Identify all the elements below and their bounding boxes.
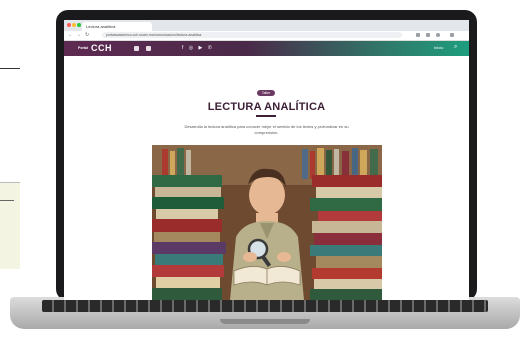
- browser-tab-bar: Lectura analítica: [64, 20, 469, 31]
- category-badge: Taller: [257, 90, 275, 96]
- bookmark-icon[interactable]: [426, 33, 430, 37]
- logo-prefix: Portal: [78, 46, 88, 50]
- decorative-panel-line: [0, 200, 14, 201]
- site-logo[interactable]: CCH: [91, 43, 112, 53]
- maximize-window-icon[interactable]: [77, 23, 81, 27]
- profile-icon[interactable]: [436, 33, 440, 37]
- page-title: LECTURA ANALÍTICA: [207, 101, 326, 113]
- laptop-notch: [220, 319, 310, 324]
- extension-icon[interactable]: [416, 33, 420, 37]
- title-underline: [256, 115, 276, 117]
- site-header: Portal CCH f ◎ ▶ ✆ Inicio ⌕: [64, 41, 469, 56]
- hero-illustration: [152, 145, 382, 300]
- address-field[interactable]: portalacademico.cch.unam.mx/comunicacion…: [102, 32, 402, 38]
- decorative-line: [0, 68, 20, 69]
- browser-tab[interactable]: Lectura analítica: [82, 22, 152, 31]
- unam-emblem-icon: [134, 46, 139, 51]
- laptop-screen: Lectura analítica ← → ↻ portalacademico.…: [64, 20, 469, 300]
- cch-emblem-icon: [146, 46, 151, 51]
- menu-icon[interactable]: [450, 33, 454, 37]
- reload-icon[interactable]: ↻: [85, 32, 89, 38]
- nav-link-home[interactable]: Inicio: [434, 45, 443, 50]
- laptop-keyboard: [42, 300, 488, 312]
- browser-url-bar: ← → ↻ portalacademico.cch.unam.mx/comuni…: [64, 31, 469, 41]
- decorative-panel: [0, 182, 20, 269]
- social-icons[interactable]: f ◎ ▶ ✆: [182, 45, 214, 51]
- hero-image: [152, 145, 382, 300]
- minimize-window-icon[interactable]: [72, 23, 76, 27]
- search-icon[interactable]: ⌕: [454, 44, 457, 51]
- close-window-icon[interactable]: [67, 23, 71, 27]
- page-description: Desarrolla la lectura analítica para con…: [184, 124, 349, 135]
- forward-icon[interactable]: →: [76, 32, 81, 38]
- back-icon[interactable]: ←: [68, 32, 73, 38]
